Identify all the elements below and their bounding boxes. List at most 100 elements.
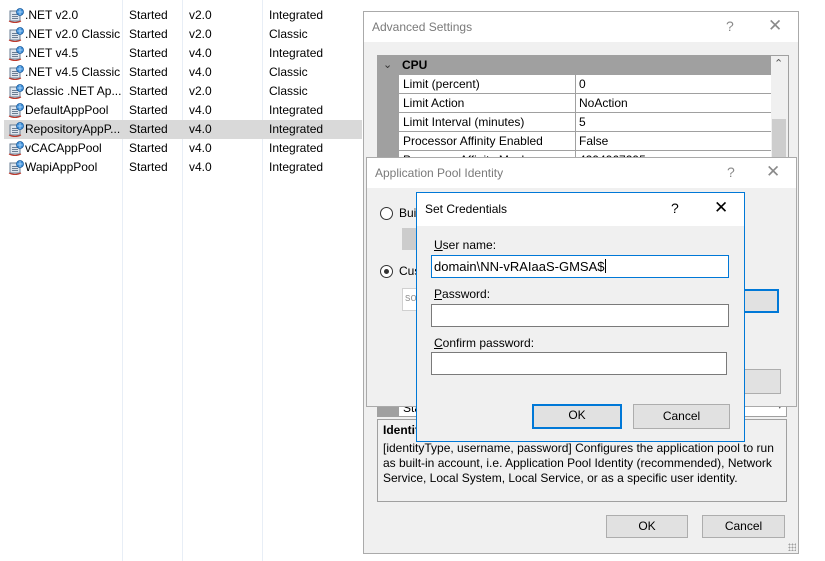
app-pool-clr-version: v4.0 [189,65,212,79]
app-pool-icon [8,141,24,157]
app-pool-row[interactable]: RepositoryAppP... Started v4.0 Integrated [4,120,362,139]
help-icon[interactable]: ? [727,164,735,180]
resize-grip-icon[interactable] [788,543,796,551]
app-pool-icon [8,103,24,119]
close-icon[interactable]: ✕ [766,162,780,182]
app-pool-name: .NET v2.0 Classic [25,27,121,41]
vertical-scrollbar[interactable]: ⌃ [771,56,788,164]
divider [575,75,576,93]
app-pool-status: Started [129,8,168,22]
dialog-title: Application Pool Identity [375,166,504,180]
app-pool-pipeline-mode: Integrated [269,122,324,136]
custom-account-radio[interactable] [380,265,393,278]
cancel-button[interactable]: Cancel [702,515,785,538]
confirm-password-label: Confirm password: [434,336,534,350]
ok-button[interactable]: OK [532,404,622,429]
password-input[interactable] [431,304,729,327]
ok-button[interactable]: OK [606,515,688,538]
property-name: Limit (percent) [403,77,480,91]
help-icon[interactable]: ? [726,18,734,34]
app-pool-status: Started [129,141,168,155]
app-pool-status: Started [129,84,168,98]
set-credentials-dialog: Set Credentials ? ✕ User name: domain\NN… [416,192,745,442]
app-pool-clr-version: v2.0 [189,27,212,41]
app-pool-row[interactable]: .NET v2.0 Classic Started v2.0 Classic [4,25,362,44]
property-value[interactable]: 5 [579,115,586,129]
property-name: Limit Action [403,96,465,110]
app-pool-clr-version: v4.0 [189,160,212,174]
property-row[interactable]: Limit Interval (minutes) 5 [399,113,771,132]
close-icon[interactable]: ✕ [768,16,782,36]
scroll-up-icon[interactable]: ⌃ [774,57,783,70]
username-label: User name: [434,238,496,252]
app-pool-status: Started [129,103,168,117]
label-text: ser name: [442,238,497,252]
property-row[interactable]: Processor Affinity Enabled False [399,132,771,151]
title-bar: Application Pool Identity ? ✕ [367,158,796,188]
divider [575,132,576,150]
app-pool-row[interactable]: .NET v4.5 Started v4.0 Integrated [4,44,362,63]
title-bar: Set Credentials ? ✕ [417,193,744,226]
title-bar: Advanced Settings ? ✕ [364,12,798,42]
description-text: [identityType, username, password] Confi… [383,441,774,485]
label-text: assword: [442,287,491,301]
app-pool-name: WapiAppPool [25,160,98,174]
property-name: Limit Interval (minutes) [403,115,525,129]
app-pool-name: vCACAppPool [25,141,102,155]
app-pool-row[interactable]: .NET v2.0 Started v2.0 Integrated [4,6,362,25]
property-value[interactable]: False [579,134,608,148]
app-pool-clr-version: v4.0 [189,103,212,117]
app-pool-clr-version: v2.0 [189,84,212,98]
divider [575,113,576,131]
close-icon[interactable]: ✕ [714,198,728,218]
accelerator-key: P [434,287,443,301]
app-pool-icon [8,122,24,138]
property-name: Processor Affinity Enabled [403,134,543,148]
app-pool-row[interactable]: WapiAppPool Started v4.0 Integrated [4,158,362,177]
app-pool-icon [8,46,24,62]
app-pool-pipeline-mode: Classic [269,84,308,98]
text-caret [604,259,606,273]
app-pool-name: .NET v4.5 [25,46,79,60]
app-pool-status: Started [129,65,168,79]
app-pool-status: Started [129,122,168,136]
app-pool-pipeline-mode: Integrated [269,103,324,117]
app-pool-row[interactable]: DefaultAppPool Started v4.0 Integrated [4,101,362,120]
app-pool-name: Classic .NET Ap... [25,84,122,98]
app-pool-row[interactable]: Classic .NET Ap... Started v2.0 Classic [4,82,362,101]
property-value[interactable]: NoAction [579,96,628,110]
confirm-password-input[interactable] [431,352,727,375]
accelerator-key: U [434,238,443,252]
app-pool-icon [8,27,24,43]
property-row[interactable]: Limit Action NoAction [399,94,771,113]
username-input[interactable]: domain\NN-vRAIaaS-GMSA$ [431,255,729,278]
app-pool-icon [8,8,24,24]
app-pool-pipeline-mode: Integrated [269,141,324,155]
help-icon[interactable]: ? [671,200,679,216]
chevron-down-icon[interactable]: ⌄ [383,58,392,71]
cancel-button[interactable]: Cancel [633,404,730,429]
property-row[interactable]: Limit (percent) 0 [399,75,771,94]
category-cpu[interactable]: ⌄ CPU [378,56,771,75]
property-value[interactable]: 0 [579,77,586,91]
app-pool-row[interactable]: vCACAppPool Started v4.0 Integrated [4,139,362,158]
app-pool-status: Started [129,160,168,174]
app-pool-pipeline-mode: Integrated [269,46,324,60]
dialog-title: Advanced Settings [372,20,473,34]
app-pool-status: Started [129,46,168,60]
app-pool-icon [8,65,24,81]
app-pool-clr-version: v4.0 [189,122,212,136]
dialog-title: Set Credentials [425,202,508,216]
app-pool-clr-version: v4.0 [189,46,212,60]
app-pool-icon [8,84,24,100]
app-pool-pipeline-mode: Classic [269,65,308,79]
app-pool-row[interactable]: .NET v4.5 Classic Started v4.0 Classic [4,63,362,82]
app-pool-name: DefaultAppPool [25,103,109,117]
property-grid: ⌄ CPU Limit (percent) 0 Limit Action NoA… [377,55,789,165]
builtin-account-radio[interactable] [380,207,393,220]
divider [575,94,576,112]
app-pool-clr-version: v2.0 [189,8,212,22]
label-text: onfirm password: [442,336,535,350]
app-pool-pipeline-mode: Classic [269,27,308,41]
app-pool-clr-version: v4.0 [189,141,212,155]
